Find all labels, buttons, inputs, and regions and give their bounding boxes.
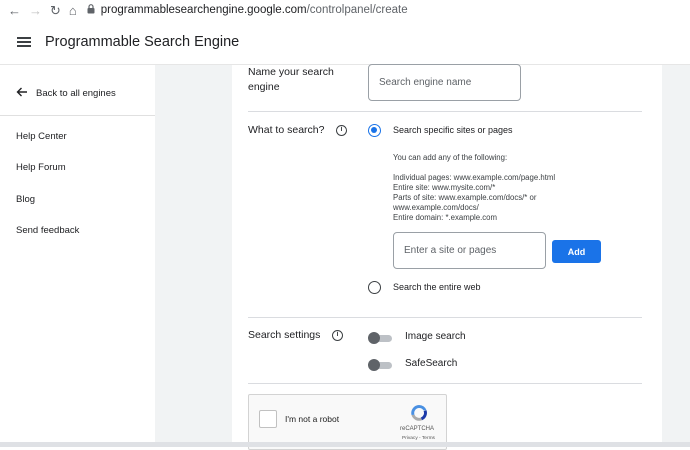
app-title: Programmable Search Engine: [45, 34, 240, 50]
reload-icon[interactable]: ↻: [50, 4, 61, 17]
menu-icon[interactable]: [17, 37, 31, 47]
sidebar-link-help-center[interactable]: Help Center: [16, 131, 67, 142]
image-search-label: Image search: [405, 331, 466, 342]
browser-toolbar: ← → ↻ ⌂ programmablesearchengine.google.…: [0, 0, 690, 20]
recaptcha-checkbox[interactable]: [259, 410, 277, 428]
bottom-edge: [0, 442, 690, 447]
address-bar[interactable]: programmablesearchengine.google.com/cont…: [87, 3, 408, 17]
site-help-text: You can add any of the following: Indivi…: [393, 153, 556, 222]
recaptcha-logo-icon: [409, 404, 429, 422]
recaptcha-terms[interactable]: Privacy - Terms: [402, 436, 435, 441]
option-specific-sites-label: Search specific sites or pages: [393, 125, 513, 135]
form-divider: [248, 383, 642, 384]
image-search-toggle[interactable]: [368, 332, 392, 344]
sidebar: Back to all engines Help Center Help For…: [0, 65, 155, 447]
sidebar-link-send-feedback[interactable]: Send feedback: [16, 225, 79, 236]
sidebar-divider: [0, 115, 155, 116]
sidebar-link-help-forum[interactable]: Help Forum: [16, 162, 66, 173]
url-path: /controlpanel/create: [306, 4, 408, 16]
radio-specific-sites[interactable]: [368, 124, 381, 137]
name-label: Name your search engine: [248, 66, 334, 93]
info-icon[interactable]: i: [332, 330, 343, 341]
create-engine-form: Name your search engine Search engine na…: [232, 64, 662, 450]
url-host: programmablesearchengine.google.com: [100, 4, 307, 16]
back-arrow-icon[interactable]: ←: [8, 4, 21, 17]
app-bar: Programmable Search Engine: [0, 20, 690, 65]
form-divider: [248, 111, 642, 112]
sidebar-link-blog[interactable]: Blog: [16, 194, 35, 205]
lock-icon: [87, 3, 95, 17]
back-to-engines-link[interactable]: Back to all engines: [16, 87, 116, 100]
forward-arrow-icon[interactable]: →: [29, 4, 42, 17]
recaptcha-label: I'm not a robot: [285, 414, 340, 424]
recaptcha-brand: reCAPTCHA: [400, 426, 435, 432]
form-divider: [248, 317, 642, 318]
main-content: Name your search engine Search engine na…: [155, 64, 690, 450]
search-settings-label: Search settings: [248, 329, 321, 341]
arrow-left-icon: [16, 87, 28, 100]
safesearch-label: SafeSearch: [405, 358, 458, 369]
option-entire-web-label: Search the entire web: [393, 282, 481, 292]
info-icon[interactable]: i: [336, 125, 347, 136]
radio-entire-web[interactable]: [368, 281, 381, 294]
add-site-button[interactable]: Add: [552, 240, 601, 263]
safesearch-toggle[interactable]: [368, 359, 392, 371]
engine-name-input[interactable]: Search engine name: [368, 64, 521, 101]
what-to-search-label: What to search?: [248, 124, 325, 136]
site-input[interactable]: Enter a site or pages: [393, 232, 546, 269]
home-icon[interactable]: ⌂: [69, 4, 77, 17]
back-to-engines-label: Back to all engines: [36, 88, 116, 99]
